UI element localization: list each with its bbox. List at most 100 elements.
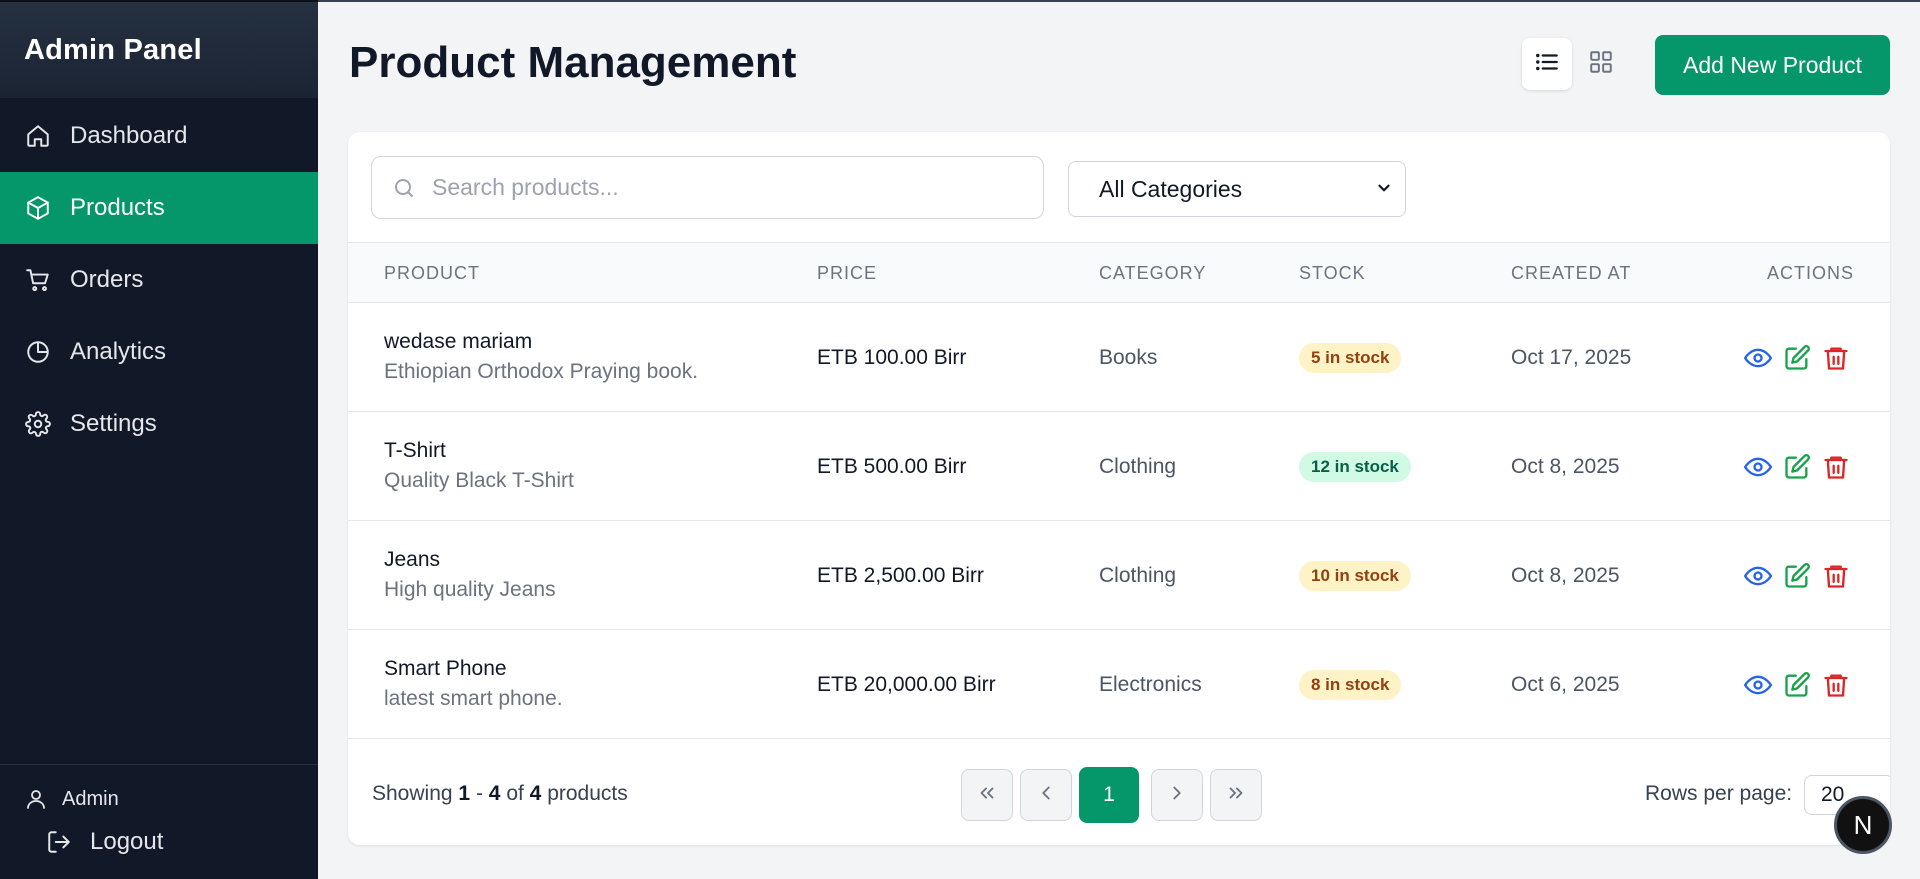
grid-view-button[interactable] <box>1576 38 1626 90</box>
chevron-left-icon <box>1035 782 1057 809</box>
rows-per-page-value: 20 <box>1821 783 1845 806</box>
search-input[interactable] <box>432 174 992 201</box>
sidebar-footer: Admin Logout <box>0 764 318 879</box>
row-actions <box>1743 670 1860 700</box>
user-icon <box>24 786 50 812</box>
showing-suffix: products <box>547 782 628 805</box>
dev-tools-button[interactable]: N <box>1834 796 1892 854</box>
view-icon[interactable] <box>1743 452 1773 482</box>
range-start: 1 <box>458 782 471 805</box>
search-icon <box>392 176 416 200</box>
edit-icon[interactable] <box>1782 561 1812 591</box>
sidebar-item-dashboard[interactable]: Dashboard <box>0 100 318 172</box>
product-description: Ethiopian Orthodox Praying book. <box>384 360 699 383</box>
delete-icon[interactable] <box>1821 670 1851 700</box>
product-price: ETB 500.00 Birr <box>817 455 967 478</box>
user-name: Admin <box>62 787 119 810</box>
page-title: Product Management <box>349 38 797 87</box>
edit-icon[interactable] <box>1782 452 1812 482</box>
main-content: Product Management Add New Product All C… <box>318 0 1920 879</box>
sidebar-item-label: Settings <box>70 410 157 437</box>
logout-button[interactable]: Logout <box>24 819 318 865</box>
row-actions <box>1743 452 1860 482</box>
product-price: ETB 20,000.00 Birr <box>817 673 996 696</box>
product-name: Jeans <box>384 548 441 571</box>
cart-icon <box>24 266 52 294</box>
category-select[interactable]: All Categories <box>1068 161 1406 217</box>
sidebar-nav: Dashboard Products Orders Analytics Sett… <box>0 98 318 460</box>
created-date: Oct 6, 2025 <box>1511 673 1620 696</box>
prev-page-button[interactable] <box>1020 769 1072 821</box>
range-separator: - <box>475 782 483 805</box>
list-view-button[interactable] <box>1522 38 1572 90</box>
total-count: 4 <box>529 782 542 805</box>
showing-prefix: Showing <box>372 782 453 805</box>
product-description: High quality Jeans <box>384 578 556 601</box>
home-icon <box>24 122 52 150</box>
product-category: Clothing <box>1099 455 1177 478</box>
stock-badge: 12 in stock <box>1299 452 1411 482</box>
sidebar-item-label: Dashboard <box>70 122 188 149</box>
delete-icon[interactable] <box>1821 561 1851 591</box>
row-actions <box>1743 343 1860 373</box>
table-row: wedase mariam Ethiopian Orthodox Praying… <box>348 303 1890 412</box>
column-header-actions: ACTIONS <box>1767 263 1855 283</box>
product-description: latest smart phone. <box>384 687 563 710</box>
page-button-current[interactable]: 1 <box>1079 767 1139 823</box>
column-header-stock: STOCK <box>1299 263 1366 283</box>
created-date: Oct 17, 2025 <box>1511 346 1632 369</box>
showing-summary: Showing 1 - 4 of 4 products <box>372 782 628 806</box>
column-header-created-at: CREATED AT <box>1511 263 1632 283</box>
row-actions <box>1743 561 1860 591</box>
sidebar-item-products[interactable]: Products <box>0 172 318 244</box>
created-date: Oct 8, 2025 <box>1511 455 1620 478</box>
chevrons-right-icon <box>1225 782 1247 809</box>
table-row: Jeans High quality Jeans ETB 2,500.00 Bi… <box>348 521 1890 630</box>
product-price: ETB 2,500.00 Birr <box>817 564 984 587</box>
product-name: wedase mariam <box>384 330 533 353</box>
brand-title: Admin Panel <box>24 33 202 66</box>
brand: Admin Panel <box>0 0 318 98</box>
column-header-price: PRICE <box>817 263 878 283</box>
rows-per-page-label: Rows per page: <box>1645 782 1793 805</box>
chevrons-left-icon <box>976 782 998 809</box>
delete-icon[interactable] <box>1821 343 1851 373</box>
view-icon[interactable] <box>1743 343 1773 373</box>
sidebar-item-orders[interactable]: Orders <box>0 244 318 316</box>
product-price: ETB 100.00 Birr <box>817 346 967 369</box>
products-card: All Categories PRODUCT PRICE CATEGORY ST… <box>348 132 1890 845</box>
view-toggle <box>1522 38 1626 90</box>
product-description: Quality Black T-Shirt <box>384 469 574 492</box>
stock-badge: 5 in stock <box>1299 343 1402 373</box>
sidebar-item-analytics[interactable]: Analytics <box>0 316 318 388</box>
last-page-button[interactable] <box>1210 769 1262 821</box>
chevron-down-icon <box>1375 176 1393 203</box>
next-page-button[interactable] <box>1151 769 1203 821</box>
add-product-button[interactable]: Add New Product <box>1655 35 1890 95</box>
search-box[interactable] <box>371 156 1044 219</box>
pie-chart-icon <box>24 338 52 366</box>
created-date: Oct 8, 2025 <box>1511 564 1620 587</box>
edit-icon[interactable] <box>1782 343 1812 373</box>
column-header-product: PRODUCT <box>384 263 480 283</box>
column-header-category: CATEGORY <box>1099 263 1207 283</box>
gear-icon <box>24 410 52 438</box>
table-footer: Showing 1 - 4 of 4 products 1 Rows per p… <box>348 742 1890 845</box>
box-icon <box>24 194 52 222</box>
pagination: 1 <box>961 767 1262 823</box>
of-label: of <box>506 782 524 805</box>
edit-icon[interactable] <box>1782 670 1812 700</box>
first-page-button[interactable] <box>961 769 1013 821</box>
product-name: T-Shirt <box>384 439 446 462</box>
list-icon <box>1534 49 1560 80</box>
product-category: Electronics <box>1099 673 1202 696</box>
sidebar-item-settings[interactable]: Settings <box>0 388 318 460</box>
table-row: T-Shirt Quality Black T-Shirt ETB 500.00… <box>348 412 1890 521</box>
stock-badge: 8 in stock <box>1299 670 1402 700</box>
delete-icon[interactable] <box>1821 452 1851 482</box>
view-icon[interactable] <box>1743 561 1773 591</box>
view-icon[interactable] <box>1743 670 1773 700</box>
logout-label: Logout <box>90 828 164 855</box>
product-category: Books <box>1099 346 1158 369</box>
chevron-right-icon <box>1166 782 1188 809</box>
